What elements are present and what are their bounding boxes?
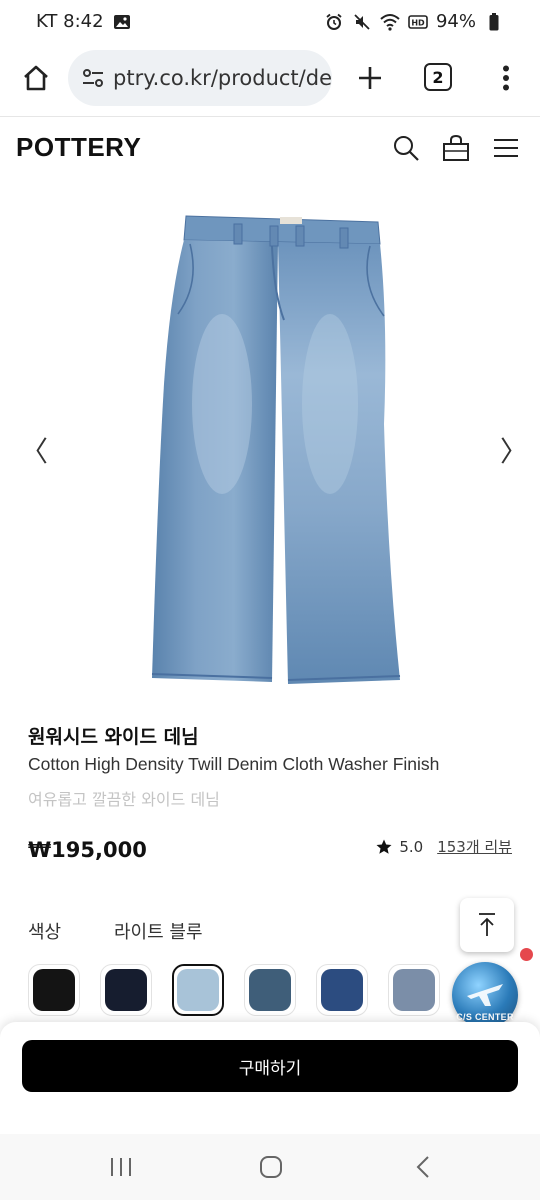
gallery-prev-arrow[interactable]: 〈	[20, 430, 48, 470]
arrow-up-icon	[479, 913, 495, 936]
product-title: 원워시드 와이드 데님	[28, 726, 199, 748]
address-bar[interactable]: ptry.co.kr/product/de	[68, 50, 332, 106]
buy-button[interactable]: 구매하기	[22, 1040, 518, 1092]
cart-button[interactable]	[440, 132, 472, 164]
battery-percent: 94%	[435, 11, 476, 32]
home-nav-button[interactable]	[256, 1152, 286, 1182]
product-image	[151, 215, 401, 684]
rating-value: 5.0	[399, 837, 424, 856]
new-tab-button[interactable]	[350, 58, 390, 98]
recents-icon	[111, 1158, 131, 1176]
status-right: HD 94%	[324, 11, 504, 32]
swatch-chip	[393, 969, 435, 1011]
color-swatch-slate-blue[interactable]	[244, 964, 296, 1016]
url-text: ptry.co.kr/product/de	[113, 66, 332, 90]
color-swatch-light-blue[interactable]	[172, 964, 224, 1016]
product-description: 여유롭고 깔끔한 와이드 데님	[28, 790, 220, 809]
toolbar-divider	[0, 116, 540, 117]
menu-button[interactable]	[490, 132, 522, 164]
back-icon	[416, 1156, 429, 1178]
mute-icon	[352, 12, 372, 32]
system-nav-bar	[0, 1134, 540, 1200]
alarm-icon	[324, 12, 344, 32]
swatch-chip	[33, 969, 75, 1011]
site-logo[interactable]: POTTERY	[16, 132, 141, 163]
product-price: ₩195,000	[28, 838, 147, 862]
color-label: 색상	[28, 922, 62, 943]
search-button[interactable]	[390, 132, 422, 164]
site-header: POTTERY	[0, 118, 540, 180]
color-swatch-navy[interactable]	[100, 964, 152, 1016]
status-bar: KT 8:42 HD 94%	[0, 0, 540, 44]
cs-center-button[interactable]: C/S CENTER	[452, 962, 518, 1028]
gallery-icon	[112, 12, 132, 32]
more-vert-icon	[503, 65, 509, 91]
airplane-icon	[467, 984, 503, 1006]
back-button[interactable]	[408, 1152, 438, 1182]
wifi-icon	[380, 12, 400, 32]
hd-icon: HD	[408, 12, 428, 32]
recents-button[interactable]	[106, 1152, 136, 1182]
rating-summary: 5.0 153개 리뷰	[375, 836, 512, 857]
selected-color-name: 라이트 블루	[114, 922, 203, 943]
home-nav-icon	[260, 1156, 282, 1178]
shopping-bag-icon	[443, 134, 469, 161]
gallery-next-arrow[interactable]: 〉	[500, 430, 528, 470]
notification-dot	[520, 948, 533, 961]
site-settings-icon[interactable]	[80, 65, 105, 91]
plus-icon	[359, 67, 381, 89]
battery-icon	[484, 12, 504, 32]
star-icon	[376, 839, 392, 854]
svg-text:HD: HD	[411, 18, 425, 27]
scroll-to-top-button[interactable]	[460, 898, 514, 952]
product-subtitle: Cotton High Density Twill Denim Cloth Wa…	[28, 754, 440, 774]
search-icon	[394, 136, 419, 161]
carrier-time: KT 8:42	[36, 11, 104, 32]
tab-switcher-button[interactable]: 2	[424, 63, 452, 91]
status-left: KT 8:42	[36, 11, 132, 32]
color-swatch-black[interactable]	[28, 964, 80, 1016]
product-gallery[interactable]: 〈 〉	[0, 184, 540, 710]
cs-center-label: C/S CENTER	[456, 1012, 514, 1022]
browser-menu-button[interactable]	[492, 58, 520, 98]
color-swatch-grey-blue[interactable]	[388, 964, 440, 1016]
swatch-chip	[105, 969, 147, 1011]
browser-toolbar: ptry.co.kr/product/de 2	[0, 44, 540, 114]
purchase-sheet: 구매하기	[0, 1022, 540, 1134]
swatch-chip	[177, 969, 219, 1011]
hamburger-icon	[494, 139, 518, 157]
color-swatch-mid-blue[interactable]	[316, 964, 368, 1016]
swatch-chip	[321, 969, 363, 1011]
swatch-chip	[249, 969, 291, 1011]
home-icon	[24, 65, 48, 91]
review-count-link[interactable]: 153개 리뷰	[437, 836, 512, 857]
home-button[interactable]	[16, 58, 56, 98]
